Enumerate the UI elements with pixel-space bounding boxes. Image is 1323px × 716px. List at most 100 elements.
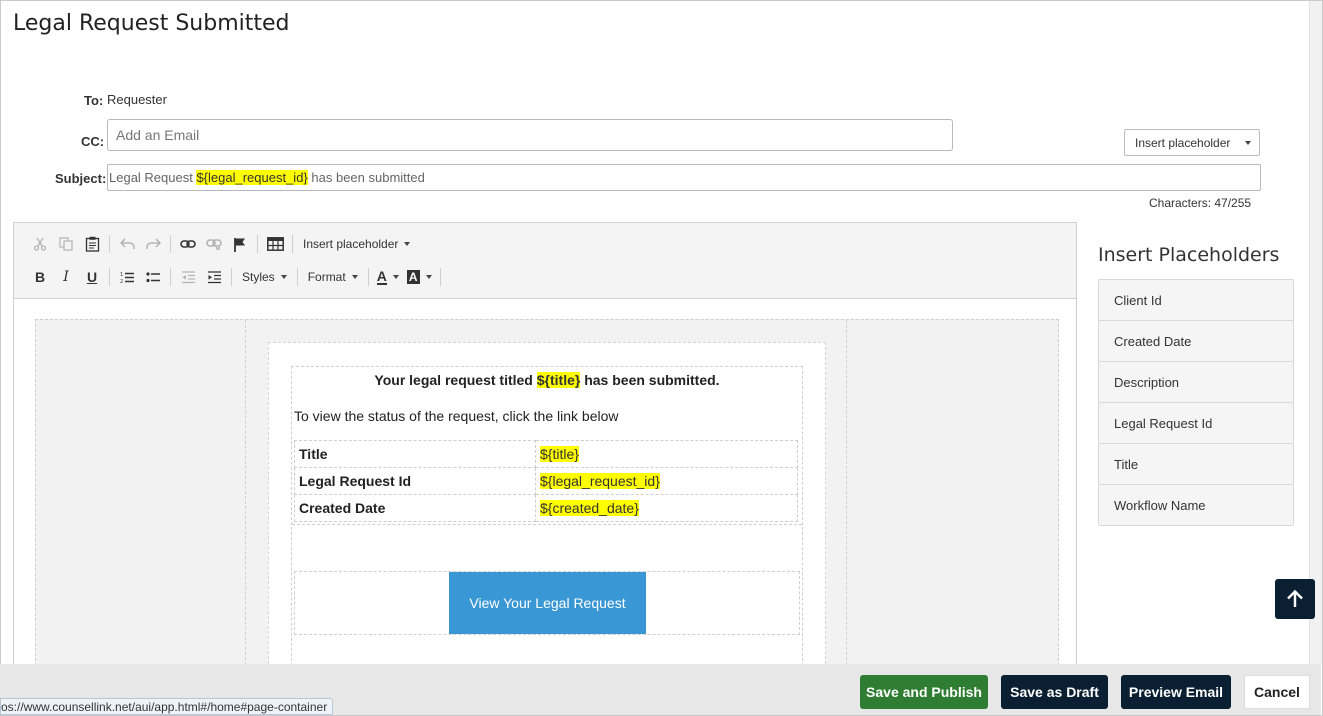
save-and-publish-button[interactable]: Save and Publish <box>860 675 988 709</box>
email-body: Your legal request titled ${title} has b… <box>268 342 826 664</box>
copy-icon[interactable] <box>53 232 79 256</box>
svg-text:1: 1 <box>120 272 123 278</box>
placeholder-item-description[interactable]: Description <box>1099 362 1293 403</box>
cancel-button[interactable]: Cancel <box>1244 675 1310 709</box>
outdent-icon[interactable] <box>175 265 201 289</box>
table-key: Created Date <box>294 494 536 522</box>
chevron-down-icon <box>392 275 399 279</box>
table-row: Legal Request Id ${legal_request_id} <box>294 467 798 495</box>
underline-button[interactable]: U <box>79 265 105 289</box>
subject-input[interactable]: Legal Request ${legal_request_id} has be… <box>107 164 1261 191</box>
email-heading-prefix: Your legal request titled <box>374 372 537 388</box>
character-count: Characters: 47/255 <box>1149 196 1252 210</box>
toolbar-divider <box>170 268 171 286</box>
paste-icon[interactable] <box>79 232 105 256</box>
toolbar-divider <box>367 268 369 286</box>
email-wrapper: Your legal request titled ${title} has b… <box>245 320 847 664</box>
placeholder-item-workflow-name[interactable]: Workflow Name <box>1099 485 1293 525</box>
chevron-down-icon <box>404 242 411 246</box>
styles-label: Styles <box>242 270 275 284</box>
table-row: Title ${title} <box>294 440 798 468</box>
editor-toolbar: Insert placeholder B I U 12 Styles Forma… <box>14 223 1076 299</box>
email-button-row: View Your Legal Request <box>294 571 800 635</box>
to-label: To: <box>84 93 104 108</box>
cut-icon[interactable] <box>27 232 53 256</box>
page-scrollbar[interactable] <box>1309 1 1322 664</box>
subject-suffix: has been submitted <box>307 170 425 185</box>
view-legal-request-button[interactable]: View Your Legal Request <box>449 572 646 634</box>
bullet-list-icon[interactable] <box>140 265 166 289</box>
page-title: Legal Request Submitted <box>13 11 290 36</box>
unlink-icon[interactable] <box>201 232 227 256</box>
placeholder-token: ${legal_request_id} <box>540 473 660 489</box>
undo-icon[interactable] <box>114 232 140 256</box>
cc-email-input[interactable] <box>107 119 953 151</box>
italic-button[interactable]: I <box>53 265 79 289</box>
toolbar-row-2: B I U 12 Styles Format A A <box>27 265 445 289</box>
placeholder-item-legal-request-id[interactable]: Legal Request Id <box>1099 403 1293 444</box>
placeholder-item-title[interactable]: Title <box>1099 444 1293 485</box>
insert-placeholder-dropdown-label: Insert placeholder <box>303 237 399 251</box>
rich-text-editor[interactable]: Insert placeholder B I U 12 Styles Forma… <box>13 222 1077 664</box>
email-details-table: Title ${title} Legal Request Id ${legal_… <box>294 440 798 522</box>
editor-canvas[interactable]: Your legal request titled ${title} has b… <box>35 319 1059 664</box>
email-body-text: To view the status of the request, click… <box>294 408 619 424</box>
email-spacer <box>292 635 802 664</box>
arrow-up-icon <box>1287 589 1303 607</box>
table-row: Created Date ${created_date} <box>294 494 798 522</box>
email-content: Your legal request titled ${title} has b… <box>291 366 803 664</box>
table-key: Title <box>294 440 536 468</box>
toolbar-divider <box>231 268 232 286</box>
background-color-dropdown[interactable]: A <box>403 265 436 289</box>
chevron-down-icon <box>425 275 432 279</box>
insert-placeholder-dropdown[interactable]: Insert placeholder <box>297 232 416 256</box>
placeholder-token: ${created_date} <box>540 500 639 516</box>
email-heading-suffix: has been submitted. <box>580 372 720 388</box>
bold-button[interactable]: B <box>27 265 53 289</box>
placeholder-list: Client Id Created Date Description Legal… <box>1098 279 1294 526</box>
toolbar-divider <box>439 268 441 286</box>
chevron-down-icon <box>351 275 358 279</box>
background-color-icon: A <box>406 270 420 284</box>
indent-icon[interactable] <box>201 265 227 289</box>
toolbar-row-1: Insert placeholder <box>27 232 416 256</box>
placeholder-item-created-date[interactable]: Created Date <box>1099 321 1293 362</box>
to-value: Requester <box>107 92 167 107</box>
format-label: Format <box>307 270 346 284</box>
text-color-icon: A <box>376 267 387 285</box>
redo-icon[interactable] <box>140 232 166 256</box>
status-bar-url: os://www.counsellink.net/aui/app.html#/h… <box>0 698 334 715</box>
placeholder-token: ${title} <box>540 446 579 462</box>
preview-email-button[interactable]: Preview Email <box>1121 675 1231 709</box>
email-spacer <box>292 524 802 569</box>
toolbar-divider <box>109 268 110 286</box>
insert-placeholder-button[interactable]: Insert placeholder <box>1124 129 1260 156</box>
table-value: ${legal_request_id} <box>535 467 798 495</box>
table-icon[interactable] <box>262 232 288 256</box>
cc-label: CC: <box>81 134 105 149</box>
numbered-list-icon[interactable]: 12 <box>114 265 140 289</box>
toolbar-divider <box>292 235 293 253</box>
toolbar-divider <box>109 235 110 253</box>
toolbar-divider <box>296 268 298 286</box>
chevron-down-icon <box>280 275 287 279</box>
insert-placeholders-title: Insert Placeholders <box>1098 244 1280 266</box>
toolbar-divider <box>257 235 258 253</box>
placeholder-item-client-id[interactable]: Client Id <box>1099 280 1293 321</box>
chevron-down-icon <box>1245 140 1251 145</box>
styles-dropdown[interactable]: Styles <box>236 265 293 289</box>
svg-text:2: 2 <box>120 279 123 284</box>
table-value: ${title} <box>535 440 798 468</box>
toolbar-divider <box>170 235 171 253</box>
save-as-draft-button[interactable]: Save as Draft <box>1001 675 1108 709</box>
subject-prefix: Legal Request <box>109 170 197 185</box>
scroll-to-top-button[interactable] <box>1275 579 1315 619</box>
subject-label: Subject: <box>55 171 107 186</box>
flag-icon[interactable] <box>227 232 253 256</box>
format-dropdown[interactable]: Format <box>302 265 364 289</box>
link-icon[interactable] <box>175 232 201 256</box>
table-key: Legal Request Id <box>294 467 536 495</box>
email-heading: Your legal request titled ${title} has b… <box>292 367 802 396</box>
text-color-dropdown[interactable]: A <box>373 265 403 289</box>
insert-placeholder-label: Insert placeholder <box>1135 135 1231 150</box>
